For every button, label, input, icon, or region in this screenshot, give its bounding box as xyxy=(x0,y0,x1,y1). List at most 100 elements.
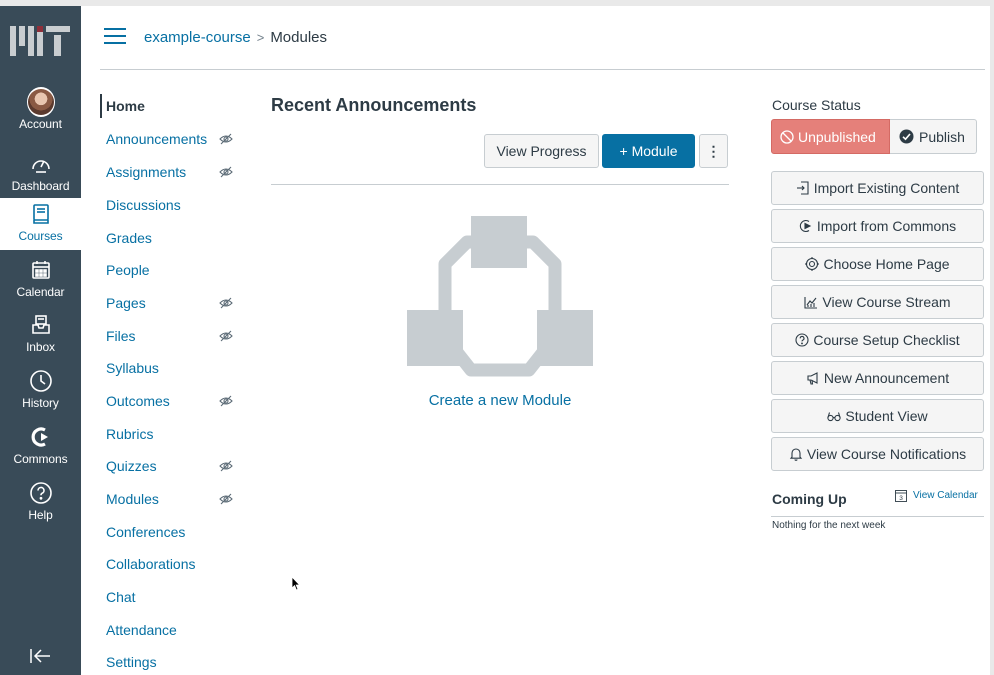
course-nav-label: Settings xyxy=(106,654,157,670)
course-nav-label: Outcomes xyxy=(106,393,170,409)
side-button-label: View Course Stream xyxy=(822,294,951,310)
add-module-button[interactable]: + Module xyxy=(602,134,695,168)
side-button-label: Import Existing Content xyxy=(813,180,960,196)
eye-off-icon xyxy=(219,395,233,407)
global-nav-label: History xyxy=(22,396,59,410)
glasses-icon xyxy=(827,412,842,422)
import-from-commons-button[interactable]: Import from Commons xyxy=(771,209,984,243)
mit-logo[interactable] xyxy=(8,22,72,62)
side-button-label: Choose Home Page xyxy=(823,256,950,272)
course-nav-label: People xyxy=(106,262,150,278)
side-button-label: Course Setup Checklist xyxy=(813,332,960,348)
collapse-left-icon[interactable] xyxy=(26,644,54,668)
course-setup-checklist-button[interactable]: Course Setup Checklist xyxy=(771,323,984,357)
course-nav-rubrics[interactable]: Rubrics xyxy=(100,422,250,446)
calendar-icon: 3 xyxy=(895,490,907,502)
help-icon xyxy=(27,479,55,507)
view-course-stream-button[interactable]: View Course Stream xyxy=(771,285,984,319)
global-nav-dashboard[interactable]: Dashboard xyxy=(0,150,81,202)
course-nav-label: Discussions xyxy=(106,197,181,213)
course-nav-outcomes[interactable]: Outcomes xyxy=(100,389,250,413)
mouse-pointer-icon xyxy=(291,576,301,591)
choose-home-page-button[interactable]: Choose Home Page xyxy=(771,247,984,281)
course-nav-label: Files xyxy=(106,328,136,344)
course-nav-chat[interactable]: Chat xyxy=(100,585,250,609)
student-view-button[interactable]: Student View xyxy=(771,399,984,433)
global-nav-courses[interactable]: Courses xyxy=(0,198,81,250)
history-icon xyxy=(27,367,55,395)
publish-toggle: Unpublished Publish xyxy=(771,119,977,154)
course-nav-attendance[interactable]: Attendance xyxy=(100,618,250,642)
course-nav-conferences[interactable]: Conferences xyxy=(100,520,250,544)
course-nav-label: Chat xyxy=(106,589,136,605)
courses-icon xyxy=(27,200,55,228)
global-nav-help[interactable]: Help xyxy=(0,479,81,531)
course-menu-toggle[interactable] xyxy=(104,28,126,46)
course-nav-label: Syllabus xyxy=(106,360,159,376)
course-nav-assignments[interactable]: Assignments xyxy=(100,160,250,184)
unpublished-button[interactable]: Unpublished xyxy=(771,119,890,154)
course-nav-people[interactable]: People xyxy=(100,258,250,282)
course-nav-files[interactable]: Files xyxy=(100,324,250,348)
global-nav-history[interactable]: History xyxy=(0,367,81,419)
breadcrumb-course-link[interactable]: example-course xyxy=(144,29,251,46)
check-circle-icon xyxy=(899,129,914,144)
course-nav-label: Conferences xyxy=(106,524,186,540)
create-module-link[interactable]: Create a new Module xyxy=(400,392,600,409)
side-button-label: Import from Commons xyxy=(816,218,957,234)
course-nav-collaborations[interactable]: Collaborations xyxy=(100,552,250,576)
eye-off-icon xyxy=(219,166,233,178)
page-title: Recent Announcements xyxy=(271,95,477,115)
avatar xyxy=(26,87,55,117)
global-nav-inbox[interactable]: Inbox xyxy=(0,311,81,363)
megaphone-icon xyxy=(807,372,818,385)
eye-off-icon xyxy=(219,330,233,342)
eye-off-icon xyxy=(219,133,233,145)
breadcrumb: example-course > Modules xyxy=(144,29,327,46)
dashboard-icon xyxy=(27,150,55,178)
global-nav-label: Commons xyxy=(13,452,68,466)
view-calendar-label: View Calendar xyxy=(913,490,978,501)
global-nav-label: Inbox xyxy=(26,340,55,354)
publish-button[interactable]: Publish xyxy=(890,119,977,154)
course-nav-label: Collaborations xyxy=(106,556,196,572)
more-options-button[interactable]: ⋮ xyxy=(699,134,728,168)
course-nav-label: Grades xyxy=(106,230,152,246)
import-existing-content-button[interactable]: Import Existing Content xyxy=(771,171,984,205)
view-calendar-link[interactable]: 3 View Calendar xyxy=(895,489,978,502)
global-nav-label: Dashboard xyxy=(11,179,70,193)
course-nav-label: Modules xyxy=(106,491,159,507)
eye-off-icon xyxy=(219,297,233,309)
calendar-icon xyxy=(27,256,55,284)
inbox-icon xyxy=(27,311,55,339)
new-announcement-button[interactable]: New Announcement xyxy=(771,361,984,395)
course-nav-pages[interactable]: Pages xyxy=(100,291,250,315)
global-nav-calendar[interactable]: Calendar xyxy=(0,256,81,308)
unpublished-label: Unpublished xyxy=(798,128,876,145)
course-nav-syllabus[interactable]: Syllabus xyxy=(100,356,250,380)
course-nav-label: Announcements xyxy=(106,131,208,147)
course-nav-quizzes[interactable]: Quizzes xyxy=(100,454,250,478)
course-nav-announcements[interactable]: Announcements xyxy=(100,127,250,151)
global-nav-account[interactable]: Account xyxy=(0,87,81,144)
global-nav-label: Help xyxy=(28,508,53,522)
course-nav-modules[interactable]: Modules xyxy=(100,487,250,511)
course-nav-label: Rubrics xyxy=(106,426,154,442)
course-nav-grades[interactable]: Grades xyxy=(100,226,250,250)
no-entry-icon xyxy=(780,129,794,144)
main-divider xyxy=(271,184,729,185)
course-nav-label: Attendance xyxy=(106,622,177,638)
view-progress-button[interactable]: View Progress xyxy=(484,134,599,168)
view-course-notifications-button[interactable]: View Course Notifications xyxy=(771,437,984,471)
eye-off-icon xyxy=(219,493,233,505)
global-nav-commons[interactable]: Commons xyxy=(0,423,81,475)
side-button-label: View Course Notifications xyxy=(806,446,967,462)
course-nav-label: Assignments xyxy=(106,164,187,180)
course-nav-home[interactable]: Home xyxy=(100,94,250,118)
coming-up-title: Coming Up xyxy=(772,491,847,507)
course-nav-discussions[interactable]: Discussions xyxy=(100,193,250,217)
question-icon xyxy=(795,333,809,347)
side-button-label: New Announcement xyxy=(823,370,950,386)
global-nav-label: Courses xyxy=(18,229,63,243)
course-nav-settings[interactable]: Settings xyxy=(100,650,250,674)
